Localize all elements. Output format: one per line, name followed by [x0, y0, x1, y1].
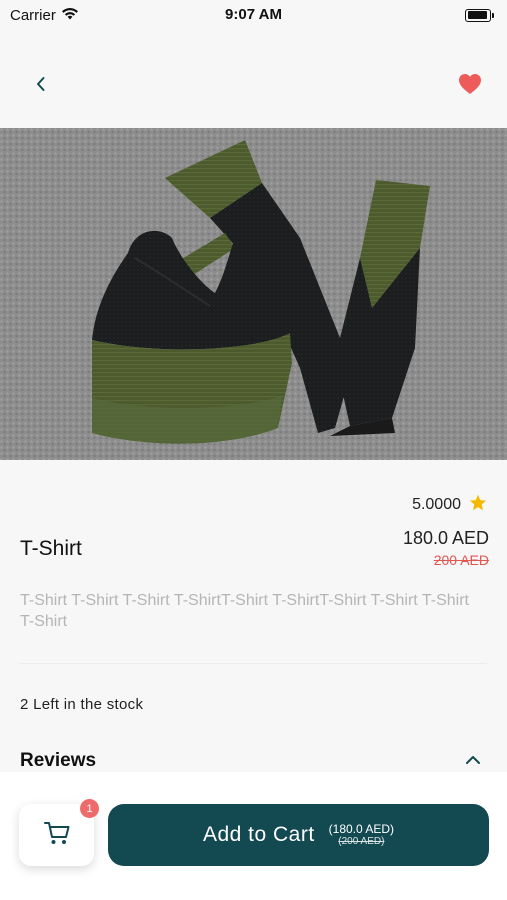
- wifi-icon: [61, 7, 79, 24]
- title-row: T-Shirt 180.0 AED 200 AED: [20, 528, 489, 568]
- rating-row: 5.0000: [412, 494, 487, 516]
- status-bar: Carrier 9:07 AM: [0, 0, 507, 30]
- old-price: 200 AED: [433, 552, 489, 568]
- add-to-cart-price: (180.0 AED): [328, 821, 395, 836]
- carrier-label: Carrier: [10, 6, 56, 24]
- heart-icon: [458, 73, 482, 100]
- rating-value: 5.0000: [412, 496, 461, 513]
- add-to-cart-label: Add to Cart: [202, 823, 315, 846]
- cart-badge: 1: [80, 799, 99, 818]
- add-to-cart-old-price: (200 AED): [338, 836, 385, 848]
- back-chevron-icon: [35, 76, 47, 97]
- add-to-cart-prices: (180.0 AED) (200 AED): [329, 822, 394, 848]
- star-icon: [469, 494, 487, 516]
- status-left: Carrier: [10, 7, 79, 24]
- battery-icon: [465, 8, 494, 22]
- divider: [20, 663, 487, 664]
- product-title: T-Shirt: [20, 537, 82, 560]
- product-image: [0, 128, 507, 460]
- product-description: T-Shirt T-Shirt T-Shirt T-ShirtT-Shirt T…: [20, 592, 469, 630]
- favorite-button[interactable]: [455, 71, 485, 101]
- reviews-title: Reviews: [20, 750, 97, 771]
- chevron-up-icon[interactable]: [465, 752, 481, 770]
- stock-label: 2 Left in the stock: [20, 696, 144, 713]
- price: 180.0 AED: [402, 528, 489, 548]
- add-to-cart-button[interactable]: Add to Cart (180.0 AED) (200 AED): [108, 804, 489, 866]
- nav-bar: [0, 60, 507, 112]
- price-block: 180.0 AED 200 AED: [403, 528, 489, 568]
- reviews-header[interactable]: Reviews: [20, 750, 481, 772]
- back-button[interactable]: [26, 71, 56, 101]
- cart-icon: [43, 820, 71, 851]
